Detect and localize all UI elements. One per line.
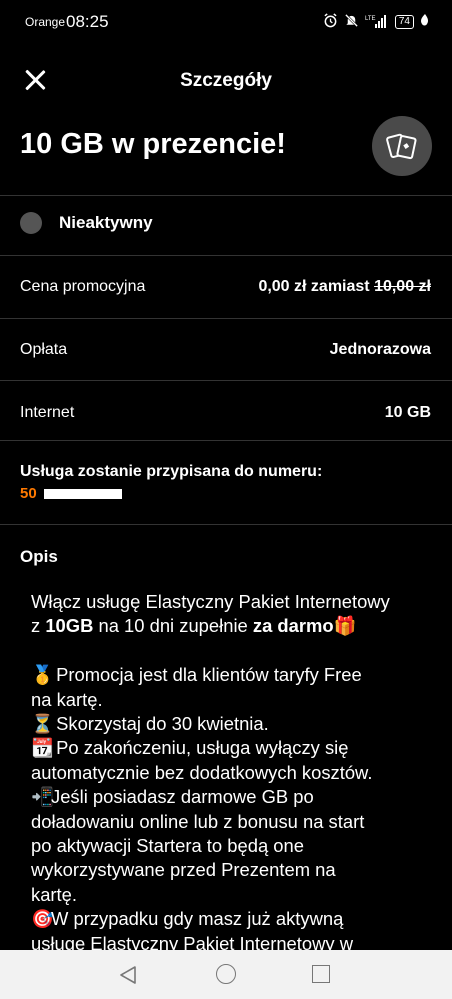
price-label: Cena promocyjna	[20, 278, 146, 295]
desc-fragment: na 10 dni zupełnie	[93, 615, 253, 637]
desc-line: 🎯W przypadku gdy masz już aktywną	[31, 907, 441, 931]
gift-icon: 🎁	[333, 615, 357, 637]
internet-label: Internet	[20, 404, 75, 421]
back-icon[interactable]	[119, 965, 137, 985]
alarm-icon	[323, 13, 338, 31]
medal-icon: 🥇	[31, 664, 54, 686]
leaf-icon	[420, 14, 430, 30]
divider	[0, 318, 452, 319]
status-icons: LTE 74	[323, 13, 430, 31]
fee-value: Jednorazowa	[329, 341, 431, 358]
battery-icon: 74	[394, 15, 414, 29]
mute-icon	[344, 13, 359, 31]
divider	[0, 255, 452, 256]
desc-line: automatycznie bez dodatkowych kosztów.	[31, 761, 373, 783]
desc-line: wykorzystywane przed Prezentem na	[31, 859, 336, 881]
desc-fragment: Promocja jest dla klientów taryfy Free	[51, 664, 362, 686]
desc-line: kartę.	[31, 883, 77, 905]
carrier-name: Orange	[25, 15, 66, 29]
status-time: 08:25	[66, 12, 109, 31]
navigation-bar	[0, 950, 452, 999]
assignment-number: 50	[20, 485, 37, 502]
desc-fragment: W przypadku gdy masz już aktywną	[51, 908, 344, 930]
divider	[0, 440, 452, 441]
network-label: LTE	[365, 16, 376, 22]
desc-fragment: z	[31, 615, 46, 637]
hourglass-icon: ⏳	[31, 713, 54, 735]
desc-line: 📆 Po zakończeniu, usługa wyłączy się	[31, 736, 441, 760]
assignment-label: Usługa zostanie przypisana do numeru:	[20, 463, 323, 480]
desc-line: doładowaniu online lub z bonusu na start	[31, 810, 365, 832]
divider	[0, 524, 452, 525]
divider	[0, 380, 452, 381]
desc-line: 📲Jeśli posiadasz darmowe GB po	[31, 785, 441, 809]
desc-line: 🥇 Promocja jest dla klientów taryfy Free	[31, 663, 441, 687]
desc-line: ⏳ Skorzystaj do 30 kwietnia.	[31, 712, 441, 736]
status-indicator	[20, 212, 42, 234]
price-new: 0,00 zł zamiast	[258, 278, 375, 295]
number-mask	[44, 489, 122, 499]
page-title: Szczegóły	[180, 70, 272, 91]
internet-value: 10 GB	[384, 404, 431, 421]
desc-bold: za darmo	[252, 615, 334, 637]
recents-icon[interactable]	[312, 965, 330, 983]
desc-line: z 10GB na 10 dni zupełnie za darmo🎁	[31, 614, 441, 638]
price-old: 10,00 zł	[374, 278, 431, 295]
desc-bold: 10GB	[45, 615, 94, 637]
signal-icon: LTE	[365, 14, 389, 31]
status-bar: Orange 08:25 LTE 74	[0, 0, 452, 44]
price-value: 0,00 zł zamiast 10,00 zł	[258, 278, 431, 296]
desc-fragment: Jeśli posiadasz darmowe GB po	[51, 786, 314, 808]
target-icon: 🎯	[31, 908, 54, 930]
desc-fragment: Skorzystaj do 30 kwietnia.	[51, 713, 269, 735]
home-icon[interactable]	[216, 964, 236, 984]
desc-line: Włącz usługę Elastyczny Pakiet Interneto…	[31, 591, 390, 612]
offer-title: 10 GB w prezencie!	[20, 128, 286, 160]
desc-line: na kartę.	[31, 688, 103, 710]
status-label: Nieaktywny	[59, 213, 153, 232]
gift-cards-icon	[372, 116, 432, 176]
description-title: Opis	[20, 547, 58, 566]
fee-label: Opłata	[20, 341, 68, 358]
desc-fragment: Po zakończeniu, usługa wyłączy się	[51, 737, 349, 759]
desc-line: po aktywacji Startera to będą one	[31, 835, 304, 857]
description-text: Włącz usługę Elastyczny Pakiet Interneto…	[31, 590, 441, 956]
calendar-icon: 📆	[31, 737, 54, 759]
phone-arrow-icon: 📲	[31, 786, 54, 808]
divider	[0, 195, 452, 196]
